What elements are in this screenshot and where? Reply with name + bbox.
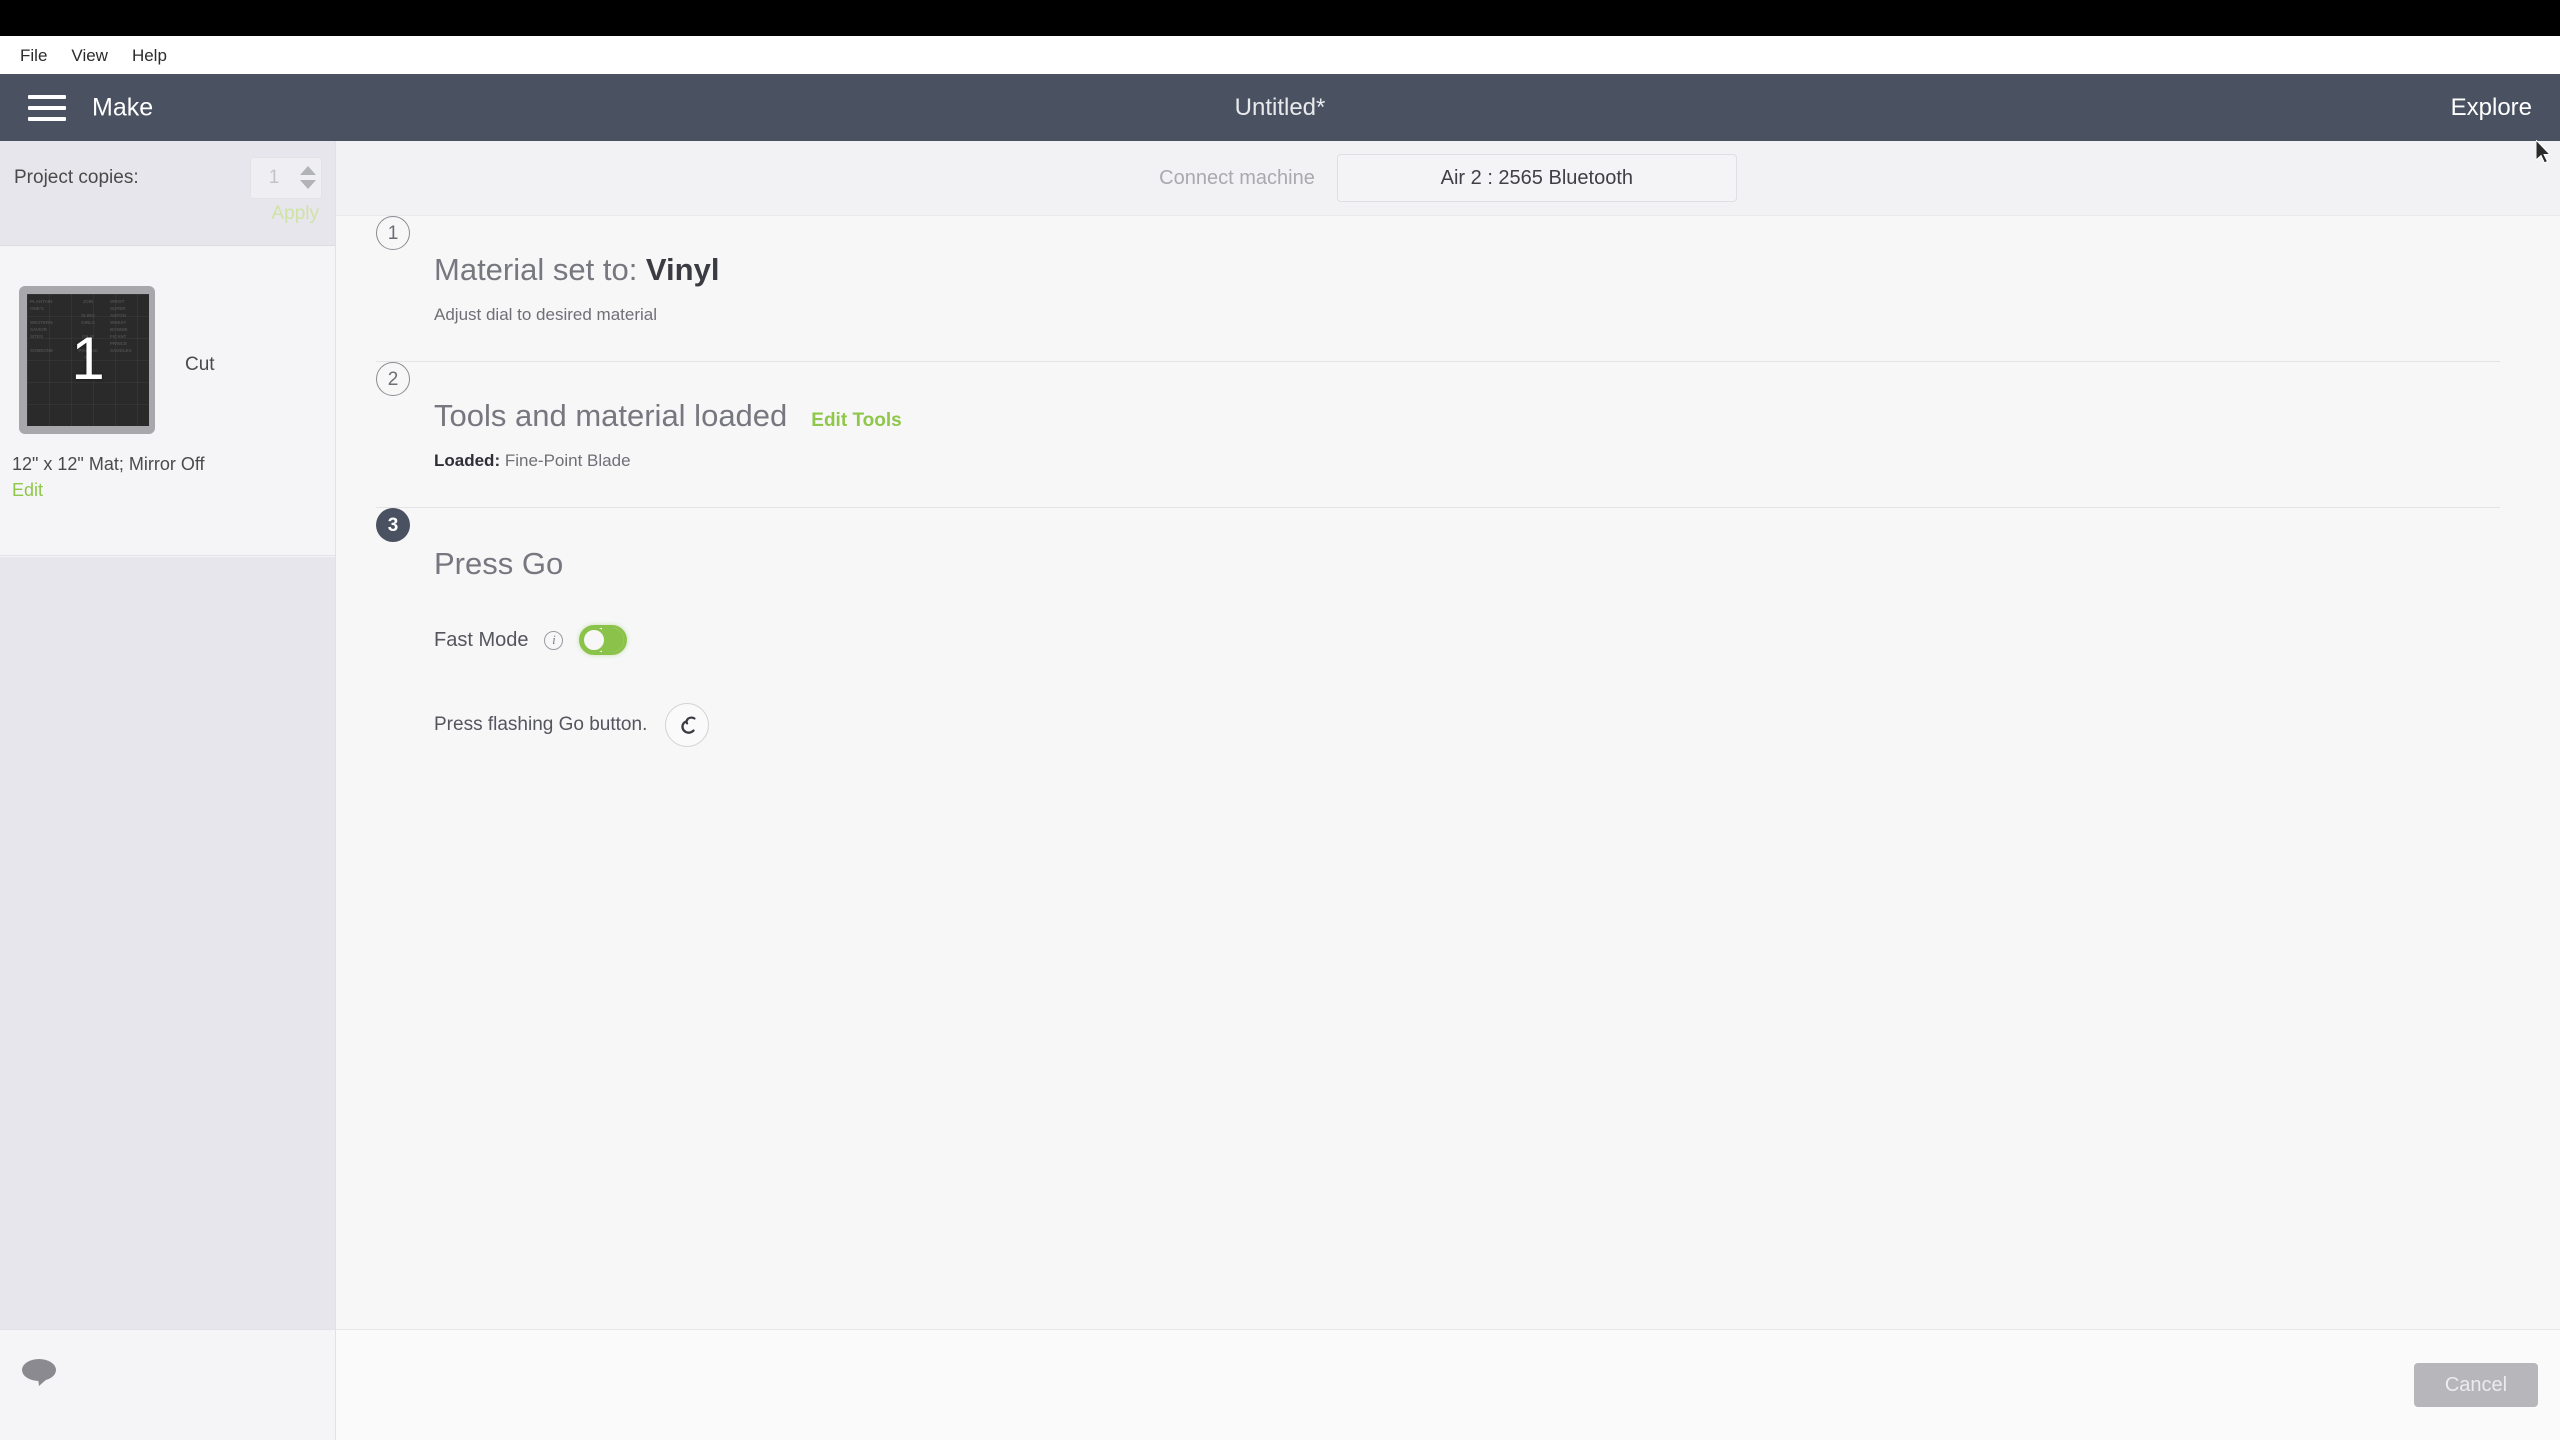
mat-card[interactable]: PLANTAIN ONE'S WESTERN SAVIOR SITES SOMEONE… <box>0 246 335 556</box>
step-2-loaded-value: Fine-Point Blade <box>504 451 631 470</box>
fast-mode-label: Fast Mode <box>434 628 529 651</box>
chevron-down-icon[interactable] <box>299 180 316 189</box>
step-2-title: Tools and material loaded <box>434 398 788 433</box>
fast-mode-row: Fast Mode i <box>434 625 2500 655</box>
step-2-subtitle: Loaded: Fine-Point Blade <box>434 451 2500 471</box>
step-1-title-prefix: Material set to: <box>434 252 646 287</box>
mat-operation-label: Cut <box>185 354 215 375</box>
step-1-badge: 1 <box>376 216 410 250</box>
edit-tools-button[interactable]: Edit Tools <box>811 411 901 430</box>
project-copies-value[interactable]: 1 <box>251 158 297 198</box>
app-window: File View Help Make Untitled* Explore Pr… <box>0 0 2560 1440</box>
menu-item-view[interactable]: View <box>59 45 120 66</box>
mat-meta-label: 12" x 12" Mat; Mirror Off <box>12 454 205 474</box>
steps-list: 1 Material set to: Vinyl Adjust dial to … <box>336 216 2560 747</box>
chat-bar <box>0 1329 336 1440</box>
mat-number: 1 <box>71 324 105 392</box>
app-header: Make Untitled* Explore <box>0 74 2560 141</box>
fast-mode-toggle[interactable] <box>579 625 628 655</box>
step-3-badge: 3 <box>376 508 410 542</box>
info-icon[interactable]: i <box>544 630 564 650</box>
connect-machine-bar: Connect machine Air 2 : 2565 Bluetooth <box>336 141 2560 216</box>
cricut-logo-icon[interactable] <box>665 703 710 747</box>
stepper-arrows <box>297 158 321 198</box>
footer-bar: Cancel <box>336 1329 2560 1440</box>
step-2-loaded-label: Loaded: <box>434 451 501 470</box>
sidebar: Project copies: 1 Apply PLANTAIN ONE'S W… <box>0 141 336 1329</box>
chevron-up-icon[interactable] <box>299 166 316 175</box>
connect-machine-label: Connect machine <box>1159 166 1315 189</box>
chat-bubble-icon[interactable] <box>22 1358 60 1386</box>
project-copies-label: Project copies: <box>14 166 139 188</box>
step-2-badge: 2 <box>376 362 410 396</box>
cancel-button[interactable]: Cancel <box>2414 1363 2538 1407</box>
press-go-row: Press flashing Go button. <box>434 703 2500 747</box>
machine-select-button[interactable]: Air 2 : 2565 Bluetooth <box>1336 154 1737 202</box>
project-copies-panel: Project copies: 1 Apply <box>0 141 335 246</box>
press-go-instruction: Press flashing Go button. <box>434 714 648 735</box>
project-copies-stepper[interactable]: 1 <box>250 156 322 199</box>
step-tools: 2 Tools and material loaded Edit Tools L… <box>376 362 2500 508</box>
apply-copies-button[interactable]: Apply <box>271 203 319 225</box>
explore-button[interactable]: Explore <box>2451 94 2532 122</box>
step-3-title: Press Go <box>434 546 564 581</box>
os-menu-bar: File View Help <box>0 36 2560 74</box>
mat-edit-button[interactable]: Edit <box>12 480 43 501</box>
sidebar-empty-area <box>0 557 335 1329</box>
document-title: Untitled* <box>1234 93 1326 121</box>
mat-thumbnail[interactable]: PLANTAIN ONE'S WESTERN SAVIOR SITES SOMEONE… <box>19 286 155 434</box>
step-press-go: 3 Press Go Fast Mode i Press flashing Go… <box>376 508 2500 747</box>
menu-item-file[interactable]: File <box>8 45 59 66</box>
main-panel: Connect machine Air 2 : 2565 Bluetooth 1… <box>336 141 2560 1329</box>
step-1-subtitle: Adjust dial to desired material <box>434 305 658 324</box>
menu-item-help[interactable]: Help <box>120 45 179 66</box>
step-material: 1 Material set to: Vinyl Adjust dial to … <box>376 216 2500 362</box>
mouse-cursor <box>2535 138 2556 173</box>
step-1-material-value: Vinyl <box>645 252 720 287</box>
step-1-title: Material set to: Vinyl <box>434 254 719 285</box>
